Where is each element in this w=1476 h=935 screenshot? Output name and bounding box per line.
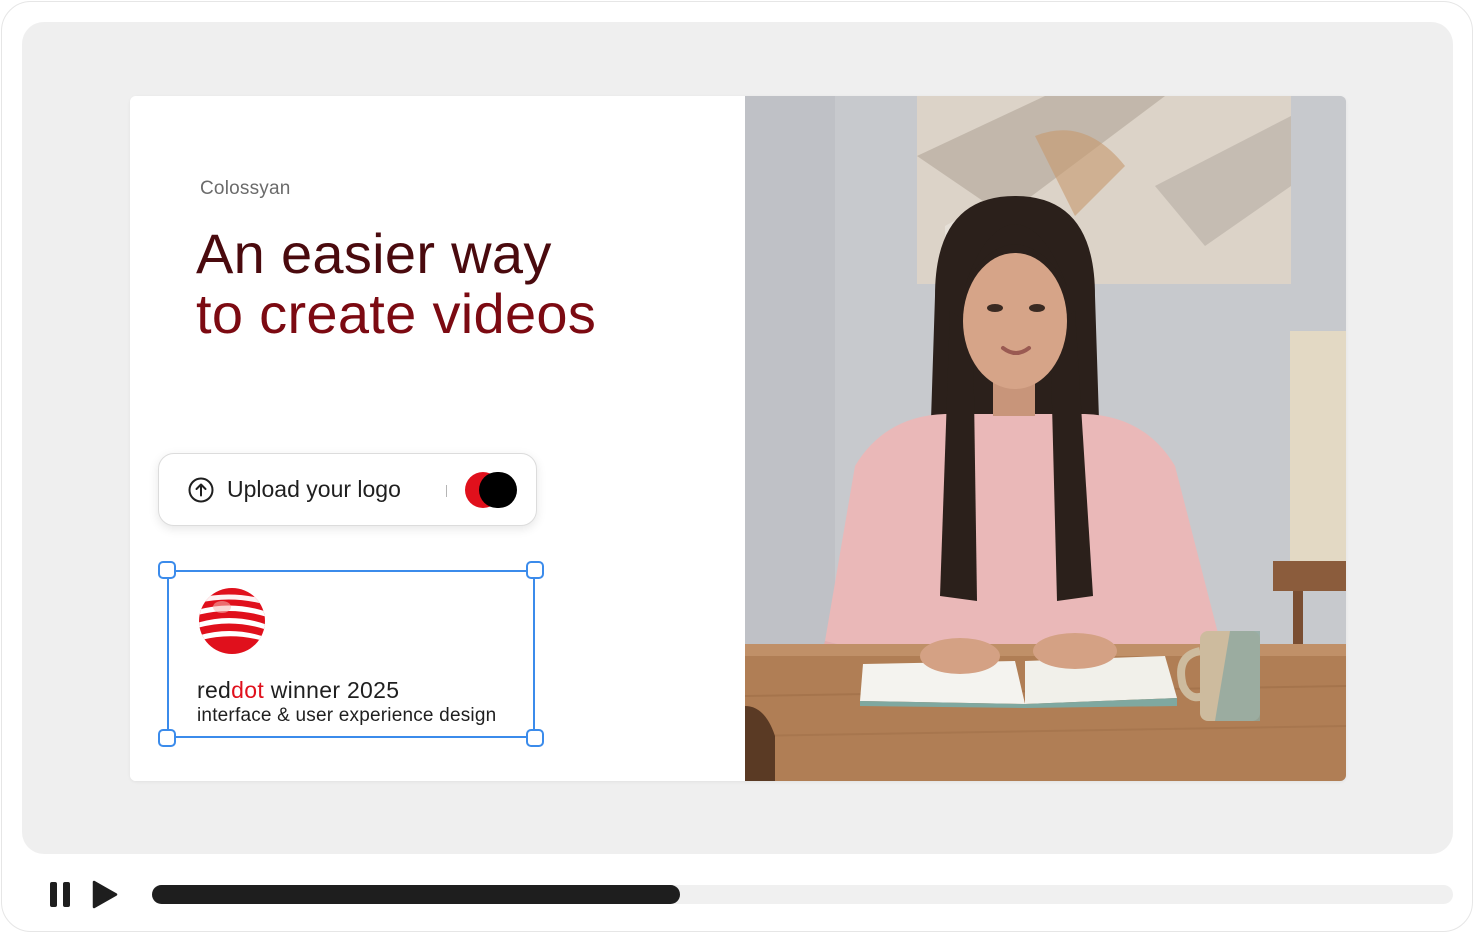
award-selection-box[interactable]: reddot winner 2025 interface & user expe… <box>158 561 544 747</box>
headline[interactable]: An easier way to create videos <box>196 224 596 344</box>
logo-toggle[interactable] <box>465 472 517 508</box>
award-brand-red: red <box>197 677 232 703</box>
play-icon[interactable] <box>92 880 118 909</box>
upload-logo-button[interactable]: Upload your logo <box>158 453 537 526</box>
award-subtitle: interface & user experience design <box>197 705 497 726</box>
award-title: reddot winner 2025 <box>197 677 399 704</box>
resize-handle-bottom-left[interactable] <box>158 729 176 747</box>
slide-canvas[interactable]: Colossyan An easier way to create videos… <box>130 96 1346 781</box>
presenter-image <box>745 96 1346 781</box>
progress-bar-fill <box>152 885 681 904</box>
pause-icon[interactable] <box>49 881 71 908</box>
toggle-black-knob <box>479 472 517 508</box>
pill-divider <box>446 485 447 497</box>
award-winner-text: winner 2025 <box>264 677 400 703</box>
resize-handle-bottom-right[interactable] <box>526 729 544 747</box>
resize-handle-top-left[interactable] <box>158 561 176 579</box>
award-brand-dot: dot <box>231 677 265 703</box>
brand-label: Colossyan <box>200 178 291 199</box>
presenter-video[interactable] <box>745 96 1346 781</box>
headline-line-1: An easier way <box>196 222 552 285</box>
upload-arrow-icon <box>187 476 215 504</box>
headline-line-2: to create videos <box>196 282 597 345</box>
upload-logo-label: Upload your logo <box>227 476 401 502</box>
resize-handle-top-right[interactable] <box>526 561 544 579</box>
slide-text-panel: Colossyan An easier way to create videos… <box>130 96 745 781</box>
reddot-logo-icon <box>198 587 266 655</box>
progress-bar[interactable] <box>152 885 1453 904</box>
